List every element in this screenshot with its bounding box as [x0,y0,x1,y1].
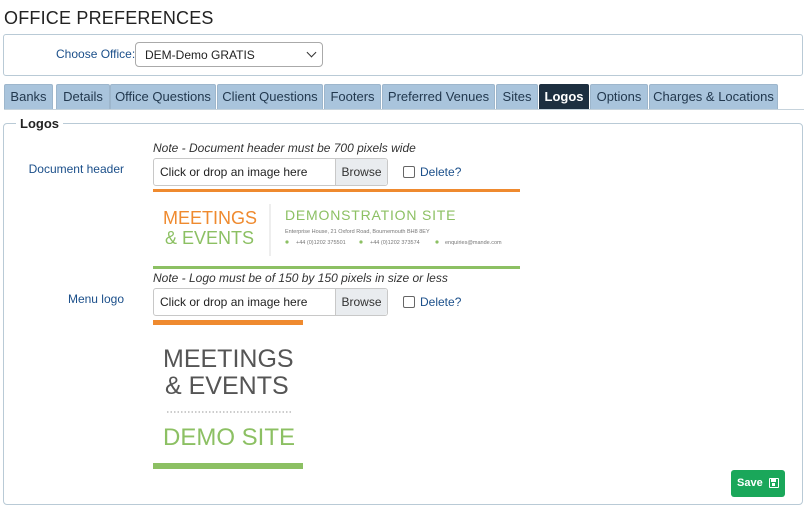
office-select-value: DEM-Demo GRATIS [145,48,255,62]
menu-logo-bottom-bar [153,463,303,469]
tab-details[interactable]: Details [56,84,110,109]
header-site-name: DEMONSTRATION SITE [285,207,456,223]
tab-banks[interactable]: Banks [4,84,53,109]
document-header-delete-checkbox[interactable] [403,166,415,178]
office-select[interactable]: DEM-Demo GRATIS [135,42,323,67]
document-header-preview: MEETINGS & EVENTS DEMONSTRATION SITE Ent… [163,204,502,256]
menu-logo-browse-button[interactable]: Browse [335,289,387,315]
menu-logo-line3: DEMO SITE [163,424,295,451]
tab-bar: Banks Details Office Questions Client Qu… [4,84,804,110]
tab-client-questions[interactable]: Client Questions [217,84,323,109]
document-header-browse-button[interactable]: Browse [335,159,387,185]
save-button[interactable]: Save [731,470,785,497]
logos-panel [3,123,803,505]
menu-logo-delete[interactable]: Delete? [403,295,461,309]
menu-logo-preview: MEETINGS & EVENTS DEMO SITE [163,345,295,451]
header-address: Enterprise House, 21 Oxford Road, Bourne… [285,229,430,235]
header-phone1: +44 (0)1202 375501 [296,240,346,246]
phone-dot-icon [285,240,289,244]
email-dot-icon [435,240,439,244]
menu-logo-delete-checkbox[interactable] [403,296,415,308]
tab-sites[interactable]: Sites [496,84,538,109]
tab-logos[interactable]: Logos [539,84,589,109]
fax-dot-icon [359,240,363,244]
tab-charges-locations[interactable]: Charges & Locations [649,84,778,109]
document-header-delete-label: Delete? [420,165,462,179]
document-header-label: Document header [28,162,124,176]
floppy-disk-icon [769,478,779,488]
tab-office-questions[interactable]: Office Questions [110,84,216,109]
menu-logo-top-bar [153,320,303,325]
office-panel: Choose Office: DEM-Demo GRATIS [3,34,803,76]
menu-logo-line2: & EVENTS [165,372,289,400]
header-logo-line1: MEETINGS [163,208,257,228]
document-header-delete[interactable]: Delete? [403,165,461,179]
menu-logo-label: Menu logo [67,292,124,306]
tab-footers[interactable]: Footers [324,84,381,109]
document-header-bottom-bar [153,266,520,269]
header-logo-line2: & EVENTS [165,228,254,248]
menu-logo-note: Note - Logo must be of 150 by 150 pixels… [153,271,448,285]
menu-logo-placeholder: Click or drop an image here [160,295,308,309]
page-title: OFFICE PREFERENCES [4,8,214,28]
tab-options[interactable]: Options [590,84,648,109]
logos-legend: Logos [16,116,63,131]
save-button-label: Save [737,477,763,489]
choose-office-label: Choose Office: [56,47,136,61]
menu-logo-line1: MEETINGS [163,345,294,373]
tab-preferred-venues[interactable]: Preferred Venues [382,84,495,109]
chevron-down-icon [306,47,317,58]
menu-logo-file-input[interactable]: Click or drop an image here Browse [153,288,388,316]
document-header-note: Note - Document header must be 700 pixel… [153,141,416,155]
document-header-top-bar [153,189,520,192]
header-email: enquiries@mande.com [445,240,502,246]
document-header-file-input[interactable]: Click or drop an image here Browse [153,158,388,186]
menu-logo-delete-label: Delete? [420,295,462,309]
document-header-placeholder: Click or drop an image here [160,165,308,179]
header-phone2: +44 (0)1202 373574 [370,240,420,246]
